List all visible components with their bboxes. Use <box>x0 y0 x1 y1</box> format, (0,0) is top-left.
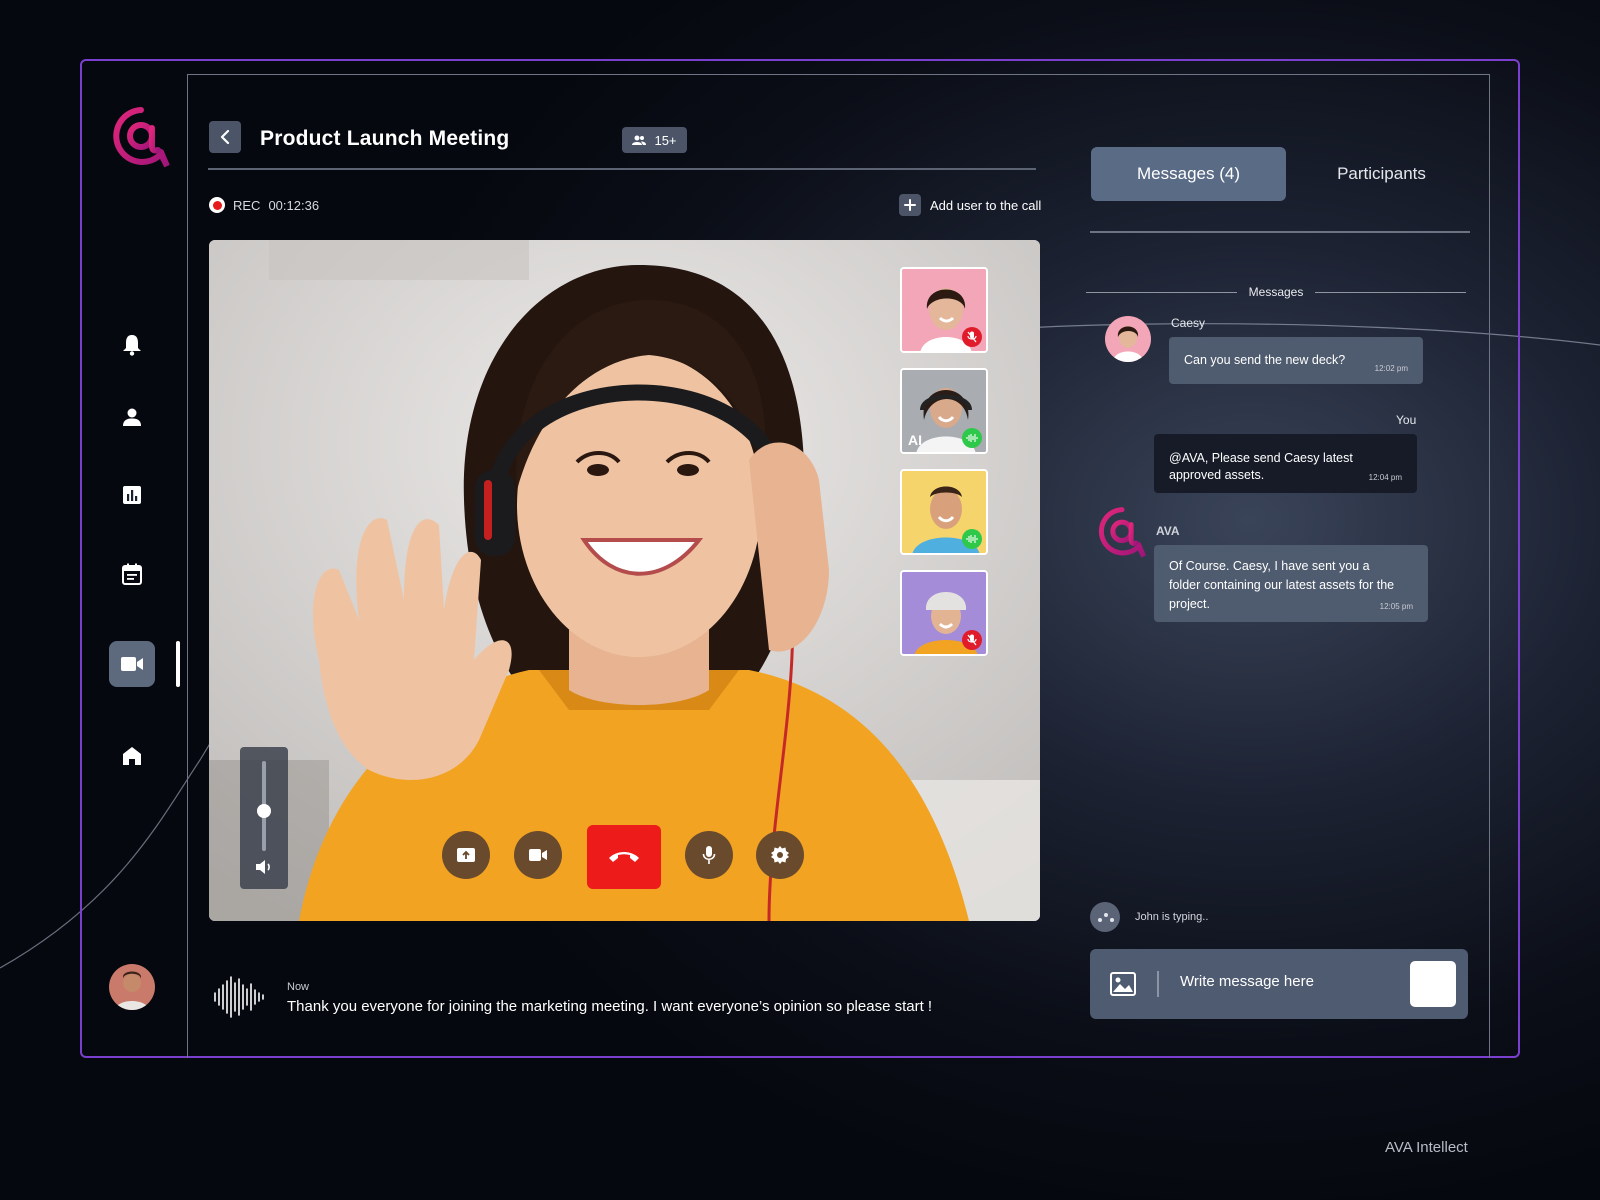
message-bubble: Of Course. Caesy, I have sent you a fold… <box>1154 545 1428 622</box>
tabs-divider <box>1090 231 1470 233</box>
message-time: 12:02 pm <box>1374 364 1408 373</box>
page-title: Product Launch Meeting <box>260 127 510 150</box>
calendar-icon[interactable] <box>117 559 147 589</box>
message-input[interactable]: Write message here <box>1180 973 1314 990</box>
recording-label: REC <box>233 197 261 213</box>
person-icon[interactable] <box>117 402 147 432</box>
ava-logo-icon <box>113 107 170 168</box>
speaker-icon <box>256 860 270 874</box>
tab-participants[interactable]: Participants <box>1304 147 1459 201</box>
header-divider <box>208 168 1036 170</box>
typing-text: John is typing.. <box>1135 911 1209 923</box>
messages-divider: Messages <box>1086 282 1467 302</box>
tab-messages[interactable]: Messages (4) <box>1091 147 1286 201</box>
message-text: @AVA, Please send Caesy latest approved … <box>1169 451 1353 482</box>
message-composer[interactable]: Write message here <box>1090 949 1468 1019</box>
participant-thumbnail[interactable] <box>900 469 988 555</box>
message-bubble: Can you send the new deck? 12:02 pm <box>1169 337 1423 384</box>
message-text: Of Course. Caesy, I have sent you a fold… <box>1169 559 1395 611</box>
message-sender: You <box>1396 413 1417 427</box>
add-user-label: Add user to the call <box>930 197 1042 213</box>
user-avatar[interactable] <box>109 964 155 1010</box>
volume-knob[interactable] <box>257 803 271 818</box>
ava-avatar-icon <box>1098 507 1146 558</box>
bar-chart-icon[interactable] <box>117 480 147 510</box>
brand-name: AVA Intellect <box>1385 1139 1468 1156</box>
settings-button[interactable] <box>756 831 804 879</box>
share-screen-button[interactable] <box>442 831 490 879</box>
microphone-button[interactable] <box>685 831 733 879</box>
participant-count-badge[interactable]: 15+ <box>622 127 687 153</box>
send-button[interactable] <box>1410 961 1456 1007</box>
message-time: 12:04 pm <box>1368 473 1402 482</box>
avatar-caesy <box>1105 316 1151 362</box>
people-icon <box>632 135 647 145</box>
message-time: 12:05 pm <box>1379 602 1413 611</box>
bell-icon[interactable] <box>117 330 147 360</box>
typing-dots-icon <box>1090 902 1120 932</box>
sidebar-item-video[interactable] <box>109 641 155 687</box>
recording-status: REC 00:12:36 <box>209 197 319 213</box>
home-icon[interactable] <box>117 741 147 771</box>
settings-icon <box>771 846 789 864</box>
sound-wave-icon <box>214 976 264 1018</box>
add-user-button[interactable]: Add user to the call <box>899 194 1041 216</box>
message-sender: Caesy <box>1171 316 1206 330</box>
typing-indicator: John is typing.. <box>1090 902 1208 932</box>
speaking-icon <box>962 428 982 448</box>
messages-divider-label: Messages <box>1248 285 1304 299</box>
participant-thumbnail[interactable] <box>900 570 988 656</box>
hang-up-icon <box>609 852 639 862</box>
participant-count: 15+ <box>654 132 677 148</box>
image-attach-icon[interactable] <box>1110 972 1136 996</box>
participant-thumbnail[interactable] <box>900 267 988 353</box>
participant-thumbnail-ai[interactable]: AI <box>900 368 988 454</box>
back-button[interactable] <box>209 121 241 153</box>
microphone-icon <box>702 846 716 864</box>
speaking-icon <box>962 529 982 549</box>
toggle-video-button[interactable] <box>514 831 562 879</box>
live-caption: Thank you everyone for joining the marke… <box>287 998 933 1015</box>
recording-timer: 00:12:36 <box>268 197 320 213</box>
message-bubble: @AVA, Please send Caesy latest approved … <box>1154 434 1417 493</box>
message-sender: AVA <box>1156 524 1180 538</box>
record-dot-icon <box>209 197 225 213</box>
video-camera-icon <box>121 657 143 671</box>
muted-mic-icon <box>962 327 982 347</box>
share-screen-icon <box>457 848 475 862</box>
ai-label: AI <box>908 432 922 448</box>
chevron-left-icon <box>220 130 230 144</box>
main-video[interactable]: AI <box>209 240 1040 921</box>
hang-up-button[interactable] <box>587 825 661 889</box>
video-camera-icon <box>529 849 547 861</box>
volume-slider[interactable] <box>240 747 288 889</box>
plus-icon <box>899 194 921 216</box>
caption-timestamp: Now <box>287 981 310 993</box>
active-indicator <box>176 641 180 687</box>
composer-separator <box>1157 971 1159 997</box>
muted-mic-icon <box>962 630 982 650</box>
